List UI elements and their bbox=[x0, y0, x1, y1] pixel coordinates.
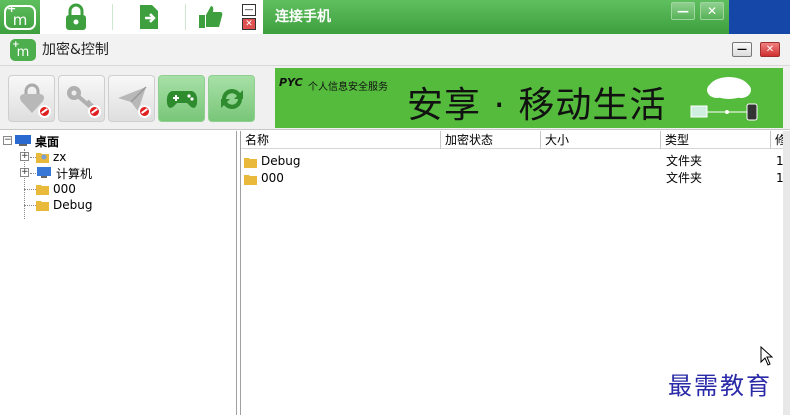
tree-item-label: Debug bbox=[53, 198, 93, 212]
mini-window-controls: — ✕ bbox=[238, 0, 260, 34]
window-title-bar: m + 加密&控制 — ✕ bbox=[0, 34, 790, 66]
lock-icon bbox=[66, 3, 86, 30]
svg-text:+: + bbox=[7, 2, 16, 15]
tree-item-debug[interactable]: Debug bbox=[36, 197, 92, 213]
promo-banner[interactable]: PYC 个人信息安全服务 安享 · 移动生活 bbox=[275, 68, 783, 128]
encrypt-lock-button[interactable] bbox=[8, 75, 55, 122]
gamepad-icon bbox=[166, 90, 197, 108]
right-edge-strip bbox=[783, 131, 790, 415]
mini-close-icon[interactable]: ✕ bbox=[242, 18, 256, 30]
tree-item-000[interactable]: 000 bbox=[36, 181, 76, 197]
tree-item-computer[interactable]: 计算机 bbox=[36, 165, 92, 181]
collapse-toggle-icon[interactable]: − bbox=[3, 136, 12, 145]
app-logo-icon: m + bbox=[0, 0, 40, 34]
cloud-devices-icon bbox=[690, 77, 758, 121]
column-name-header[interactable]: 名称 bbox=[241, 131, 441, 149]
tree-item-zx[interactable]: zx bbox=[36, 149, 66, 165]
connect-phone-bar bbox=[263, 0, 729, 34]
game-button[interactable] bbox=[158, 75, 205, 122]
disabled-badge-icon bbox=[88, 105, 101, 118]
watermark-text: 最需教育 bbox=[668, 372, 772, 400]
expand-toggle-icon[interactable]: + bbox=[20, 168, 29, 177]
folder-tree: − 桌面 + zx + 计算机 000 Debug bbox=[0, 131, 237, 415]
disabled-badge-icon bbox=[38, 105, 51, 118]
thumbs-up-icon bbox=[199, 6, 223, 28]
sync-button[interactable] bbox=[208, 75, 255, 122]
tree-item-label: zx bbox=[53, 150, 67, 164]
send-button[interactable] bbox=[108, 75, 155, 122]
tree-item-label: 000 bbox=[53, 182, 76, 196]
tree-root-label: 桌面 bbox=[35, 134, 60, 149]
row-name: Debug bbox=[261, 154, 301, 168]
top-close-button[interactable]: ✕ bbox=[700, 2, 724, 20]
key-button[interactable] bbox=[58, 75, 105, 122]
column-encryption-header[interactable]: 加密状态 bbox=[441, 131, 541, 149]
banner-service-text: 个人信息安全服务 bbox=[308, 82, 388, 93]
tree-item-label: 计算机 bbox=[56, 166, 93, 181]
top-minimize-button[interactable]: — bbox=[671, 2, 695, 20]
window-title: 加密&控制 bbox=[42, 42, 109, 58]
svg-text:+: + bbox=[12, 40, 20, 50]
sync-icon bbox=[220, 88, 243, 109]
connect-phone-title: 连接手机 bbox=[275, 9, 331, 25]
row-name: 000 bbox=[261, 171, 284, 185]
desktop-icon bbox=[15, 135, 31, 146]
folder-icon bbox=[244, 157, 257, 168]
computer-icon bbox=[37, 167, 51, 178]
row-type: 文件夹 bbox=[666, 154, 703, 168]
list-header: 名称 加密状态 大小 类型 修 bbox=[241, 131, 784, 149]
window-close-button[interactable]: ✕ bbox=[760, 42, 780, 57]
mini-minimize-icon[interactable]: — bbox=[242, 4, 256, 16]
top-bar: m + — ✕ 连接手机 — ✕ bbox=[0, 0, 790, 34]
top-right-panel bbox=[729, 0, 790, 34]
folder-icon bbox=[36, 201, 49, 211]
banner-slogan: 安享 · 移动生活 bbox=[407, 85, 667, 126]
lock-tab[interactable] bbox=[40, 0, 112, 34]
folder-icon bbox=[36, 185, 49, 195]
file-export-icon bbox=[140, 5, 158, 29]
folder-icon bbox=[244, 174, 257, 185]
banner-logo: PYC bbox=[279, 76, 303, 89]
tree-root-desktop[interactable]: 桌面 bbox=[15, 133, 59, 149]
table-row[interactable]: Debug 文件夹 1 bbox=[241, 153, 784, 170]
disabled-badge-icon bbox=[138, 105, 151, 118]
like-tab[interactable] bbox=[186, 0, 236, 34]
expand-toggle-icon[interactable]: + bbox=[20, 152, 29, 161]
user-folder-icon bbox=[36, 153, 49, 163]
window-app-icon: m + bbox=[10, 39, 36, 61]
table-row[interactable]: 000 文件夹 1 bbox=[241, 170, 784, 187]
file-transfer-tab[interactable] bbox=[113, 0, 185, 34]
row-type: 文件夹 bbox=[666, 171, 703, 185]
window-minimize-button[interactable]: — bbox=[732, 42, 752, 57]
column-size-header[interactable]: 大小 bbox=[541, 131, 661, 149]
column-type-header[interactable]: 类型 bbox=[661, 131, 771, 149]
mouse-cursor-icon bbox=[760, 346, 774, 366]
